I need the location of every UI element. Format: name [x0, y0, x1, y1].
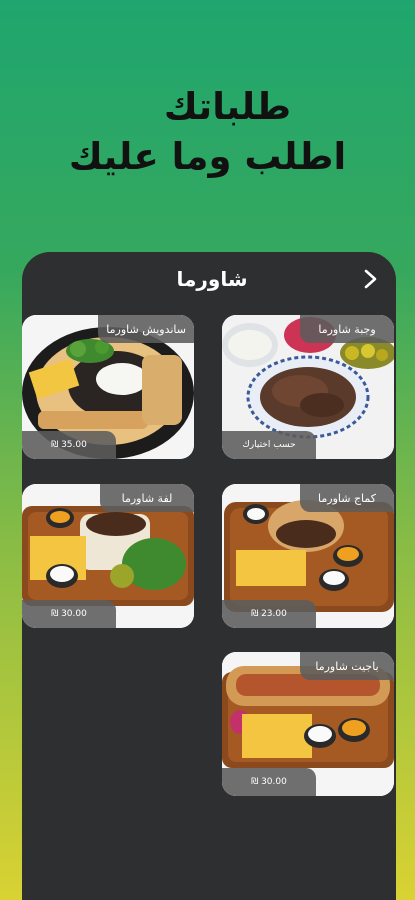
product-price: 30.00 ₪	[22, 600, 116, 628]
product-card-shawarma-meal[interactable]: وجبة شاورما حسب اختيارك	[222, 315, 394, 459]
product-name: لفة شاورما	[100, 484, 194, 512]
product-name: باجيت شاورما	[300, 652, 394, 680]
product-card-kmaj-shawarma[interactable]: كماج شاورما 23.00 ₪	[222, 484, 394, 628]
product-price: 30.00 ₪	[222, 768, 316, 796]
product-name: كماج شاورما	[300, 484, 394, 512]
screen-title: شاورما	[176, 267, 248, 291]
product-card-shawarma-wrap[interactable]: لفة شاورما 30.00 ₪	[22, 484, 194, 628]
product-name: وجبة شاورما	[300, 315, 394, 343]
product-price: حسب اختيارك	[222, 431, 316, 459]
chevron-right-icon[interactable]	[360, 267, 382, 291]
headline-line-1: طلباتك	[163, 85, 292, 128]
top-bar: شاورما	[22, 252, 396, 306]
app-screen: شاورما وجبة شاورما حسب اختيارك ساندويش ش…	[22, 252, 396, 900]
product-price: 23.00 ₪	[222, 600, 316, 628]
product-card-baguette-shawarma[interactable]: باجيت شاورما 30.00 ₪	[222, 652, 394, 796]
product-price: 35.00 ₪	[22, 431, 116, 459]
product-name: ساندويش شاورما	[98, 315, 194, 343]
product-card-shawarma-sandwich[interactable]: ساندويش شاورما 35.00 ₪	[22, 315, 194, 459]
headline-line-2: اطلب وما عليك	[68, 135, 347, 178]
promo-headline: طلباتك اطلب وما عليك	[0, 82, 415, 182]
